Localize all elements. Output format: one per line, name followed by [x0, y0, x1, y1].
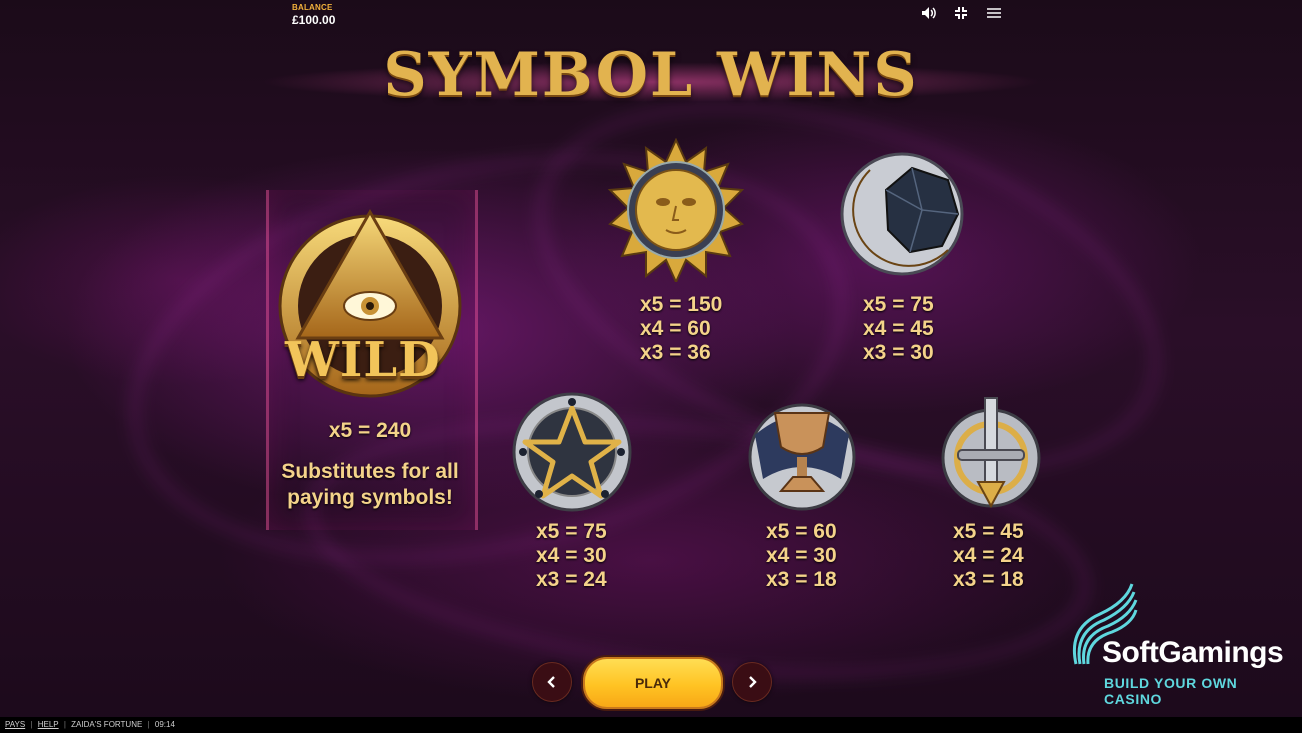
- chalice-symbol: [745, 395, 859, 518]
- wild-label: WILD: [285, 332, 441, 388]
- balance-value: £100.00: [292, 13, 336, 27]
- payout-line: x4 = 45: [863, 317, 934, 340]
- volume-icon[interactable]: [921, 6, 937, 20]
- payout-line: x3 = 18: [953, 568, 1024, 591]
- sun-payouts: x5 = 150 x4 = 60 x3 = 36: [640, 293, 722, 365]
- moon-payouts: x5 = 75 x4 = 45 x3 = 30: [863, 293, 934, 365]
- dagger-payouts: x5 = 45 x4 = 24 x3 = 18: [953, 520, 1024, 592]
- footer-separator: |: [63, 720, 66, 729]
- payout-line: x5 = 45: [953, 520, 1024, 543]
- play-button[interactable]: PLAY: [581, 655, 725, 711]
- footer-bar: PAYS | HELP | ZAIDA'S FORTUNE | 09:14: [0, 717, 1302, 733]
- payout-line: x3 = 18: [766, 568, 837, 591]
- exit-fullscreen-icon[interactable]: [954, 6, 970, 20]
- payout-line: x4 = 24: [953, 544, 1024, 567]
- clock: 09:14: [154, 720, 175, 729]
- footer-separator: |: [30, 720, 33, 729]
- chevron-right-icon: [749, 676, 757, 688]
- payout-line: x3 = 24: [536, 568, 607, 591]
- pentagram-payouts: x5 = 75 x4 = 30 x3 = 24: [536, 520, 607, 592]
- moon-gem-symbol: [830, 150, 970, 285]
- sun-symbol: [591, 137, 761, 287]
- chevron-left-icon: [547, 676, 555, 688]
- payout-line: x4 = 30: [536, 544, 607, 567]
- previous-page-button[interactable]: [532, 662, 572, 702]
- page-title: SYMBOL WINS: [383, 40, 919, 110]
- payout-line: x3 = 30: [863, 341, 934, 364]
- dagger-symbol: [938, 392, 1044, 517]
- menu-icon[interactable]: [986, 6, 1002, 20]
- wild-description-line2: paying symbols!: [287, 486, 453, 509]
- chalice-payouts: x5 = 60 x4 = 30 x3 = 18: [766, 520, 837, 592]
- balance-label: BALANCE: [292, 3, 333, 12]
- next-page-button[interactable]: [732, 662, 772, 702]
- game-name: ZAIDA'S FORTUNE: [71, 720, 143, 729]
- payout-line: x5 = 75: [536, 520, 607, 543]
- payout-line: x5 = 75: [863, 293, 934, 316]
- brand-name: SoftGamings: [1102, 636, 1284, 669]
- footer-separator: |: [147, 720, 150, 729]
- pays-link[interactable]: PAYS: [5, 720, 25, 729]
- help-link[interactable]: HELP: [38, 720, 59, 729]
- payout-line: x5 = 60: [766, 520, 837, 543]
- pentagram-symbol: [511, 390, 633, 519]
- brand-tagline: BUILD YOUR OWN CASINO: [1104, 675, 1238, 707]
- payout-line: x4 = 60: [640, 317, 711, 340]
- payout-line: x4 = 30: [766, 544, 837, 567]
- wild-description-line1: Substitutes for all: [281, 460, 459, 483]
- balance-display: BALANCE £100.00: [292, 3, 335, 27]
- top-bar: BALANCE £100.00: [0, 0, 1302, 28]
- payout-line: x3 = 36: [640, 341, 711, 364]
- payout-line: x5 = 150: [640, 293, 723, 316]
- wild-payout: x5 = 240: [328, 419, 412, 442]
- softgamings-watermark: SoftGamings BUILD YOUR OWN CASINO: [1066, 578, 1296, 707]
